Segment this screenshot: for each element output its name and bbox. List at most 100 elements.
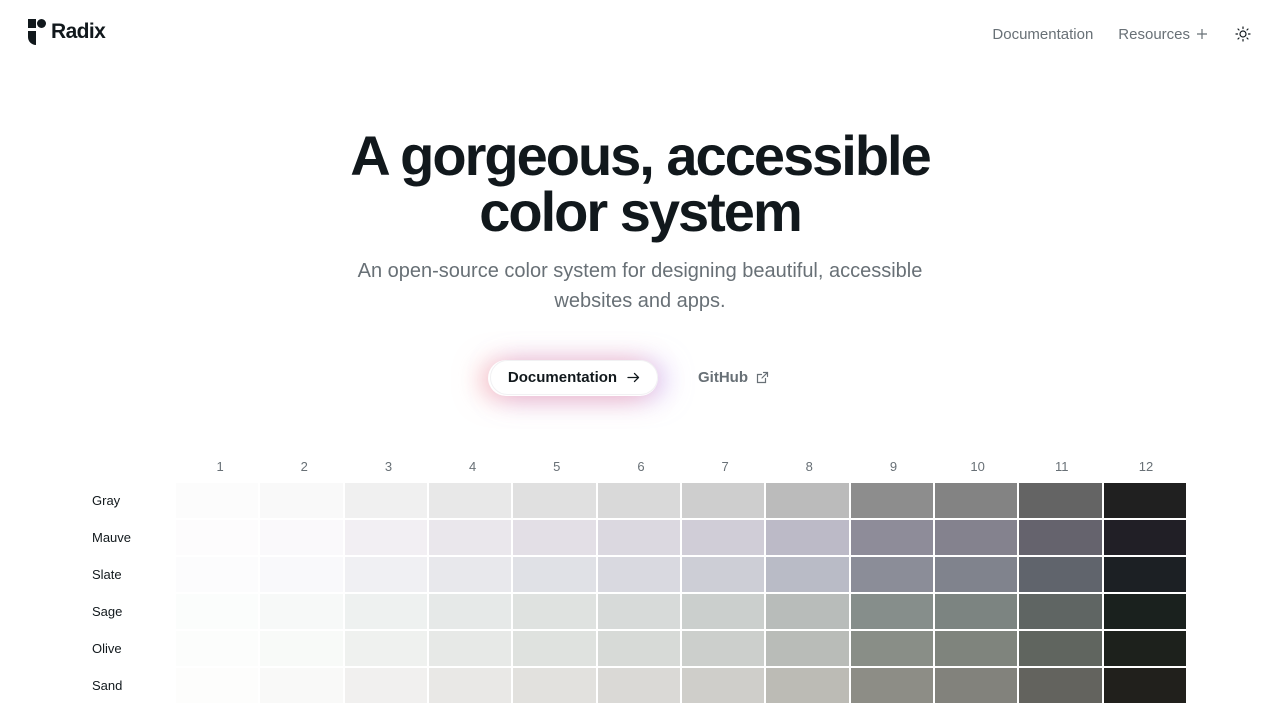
- swatch-slate-9[interactable]: [850, 557, 934, 592]
- scale-step-10: 10: [970, 459, 985, 474]
- color-scale-grid: 1 2 3 4 5 6 7 8 9 10 11 12 Gray Mauve Slate Sage Olive S…: [88, 456, 1188, 704]
- swatch-olive-5[interactable]: [513, 631, 596, 666]
- swatch-sand-4[interactable]: [429, 668, 512, 703]
- swatch-gray-9[interactable]: [850, 483, 934, 518]
- hero-subtitle: An open-source color system for designin…: [0, 256, 1280, 316]
- swatch-olive-11[interactable]: [1019, 631, 1102, 666]
- swatch-mauve-8[interactable]: [766, 520, 849, 555]
- swatch-sage-9[interactable]: [850, 594, 934, 629]
- swatch-slate-7[interactable]: [682, 557, 765, 592]
- swatch-slate-4[interactable]: [429, 557, 512, 592]
- swatch-group: [176, 483, 1188, 518]
- swatch-olive-7[interactable]: [682, 631, 765, 666]
- swatch-sand-2[interactable]: [260, 668, 343, 703]
- swatch-olive-4[interactable]: [429, 631, 512, 666]
- swatch-sage-2[interactable]: [260, 594, 343, 629]
- swatch-mauve-2[interactable]: [260, 520, 343, 555]
- nav-resources-label: Resources: [1118, 25, 1190, 43]
- swatch-gray-3[interactable]: [344, 483, 428, 518]
- swatch-gray-8[interactable]: [766, 483, 849, 518]
- github-button[interactable]: GitHub: [688, 360, 779, 395]
- swatch-olive-6[interactable]: [597, 631, 681, 666]
- swatch-sand-10[interactable]: [935, 668, 1018, 703]
- swatch-gray-12[interactable]: [1103, 483, 1186, 518]
- swatch-sand-3[interactable]: [344, 668, 428, 703]
- swatch-slate-10[interactable]: [935, 557, 1018, 592]
- swatch-sand-9[interactable]: [850, 668, 934, 703]
- arrow-right-icon: [627, 371, 640, 384]
- swatch-sand-7[interactable]: [682, 668, 765, 703]
- swatch-mauve-12[interactable]: [1103, 520, 1186, 555]
- swatch-sage-3[interactable]: [344, 594, 428, 629]
- scale-step-3: 3: [384, 459, 393, 474]
- documentation-button[interactable]: Documentation: [490, 360, 658, 395]
- swatch-sage-7[interactable]: [682, 594, 765, 629]
- plus-icon: [1196, 26, 1208, 43]
- swatch-sand-8[interactable]: [766, 668, 849, 703]
- swatch-sage-8[interactable]: [766, 594, 849, 629]
- github-button-label: GitHub: [698, 369, 748, 386]
- swatch-group: [176, 631, 1188, 666]
- swatch-olive-12[interactable]: [1103, 631, 1186, 666]
- swatch-olive-1[interactable]: [176, 631, 259, 666]
- swatch-slate-5[interactable]: [513, 557, 596, 592]
- swatch-sand-6[interactable]: [597, 668, 681, 703]
- swatch-sand-5[interactable]: [513, 668, 596, 703]
- swatch-sand-1[interactable]: [176, 668, 259, 703]
- swatch-mauve-7[interactable]: [682, 520, 765, 555]
- scale-row-slate: Slate: [88, 556, 1188, 593]
- swatch-slate-2[interactable]: [260, 557, 343, 592]
- scale-row-label: Mauve: [92, 530, 132, 545]
- swatch-gray-1[interactable]: [176, 483, 259, 518]
- swatch-mauve-4[interactable]: [429, 520, 512, 555]
- swatch-mauve-1[interactable]: [176, 520, 259, 555]
- swatch-slate-8[interactable]: [766, 557, 849, 592]
- swatch-sage-6[interactable]: [597, 594, 681, 629]
- brand-link[interactable]: Radix: [28, 19, 106, 45]
- nav-resources-menu[interactable]: Resources: [1118, 26, 1208, 43]
- swatch-olive-3[interactable]: [344, 631, 428, 666]
- swatch-mauve-11[interactable]: [1019, 520, 1102, 555]
- scale-step-9: 9: [889, 459, 898, 474]
- nav-documentation-link[interactable]: Documentation: [992, 26, 1093, 43]
- scale-step-1: 1: [216, 459, 224, 474]
- swatch-sage-11[interactable]: [1019, 594, 1102, 629]
- swatch-slate-6[interactable]: [597, 557, 681, 592]
- swatch-sage-12[interactable]: [1103, 594, 1186, 629]
- swatch-sage-5[interactable]: [513, 594, 596, 629]
- swatch-slate-1[interactable]: [176, 557, 259, 592]
- swatch-gray-7[interactable]: [682, 483, 765, 518]
- scale-rows: Gray Mauve Slate Sage Olive Sand: [88, 482, 1188, 704]
- swatch-slate-11[interactable]: [1019, 557, 1102, 592]
- swatch-mauve-3[interactable]: [344, 520, 428, 555]
- swatch-slate-3[interactable]: [344, 557, 428, 592]
- site-header: Radix Documentation Resources: [0, 0, 1280, 66]
- scale-step-2: 2: [300, 459, 308, 474]
- swatch-sage-10[interactable]: [935, 594, 1018, 629]
- swatch-gray-2[interactable]: [260, 483, 343, 518]
- swatch-mauve-9[interactable]: [850, 520, 934, 555]
- swatch-mauve-6[interactable]: [597, 520, 681, 555]
- swatch-sage-4[interactable]: [429, 594, 512, 629]
- swatch-gray-11[interactable]: [1019, 483, 1102, 518]
- swatch-mauve-10[interactable]: [935, 520, 1018, 555]
- hero-title-line-2: color system: [479, 180, 803, 243]
- swatch-gray-5[interactable]: [513, 483, 596, 518]
- swatch-gray-10[interactable]: [935, 483, 1018, 518]
- scale-step-5: 5: [553, 459, 561, 474]
- swatch-sage-1[interactable]: [176, 594, 259, 629]
- swatch-sand-11[interactable]: [1019, 668, 1102, 703]
- swatch-sand-12[interactable]: [1103, 668, 1186, 703]
- swatch-slate-12[interactable]: [1103, 557, 1186, 592]
- hero-title-line-1: A gorgeous, accessible: [350, 124, 932, 187]
- swatch-gray-6[interactable]: [597, 483, 681, 518]
- swatch-olive-2[interactable]: [260, 631, 343, 666]
- swatch-olive-10[interactable]: [935, 631, 1018, 666]
- scale-row-gray: Gray: [88, 482, 1188, 519]
- swatch-olive-8[interactable]: [766, 631, 849, 666]
- swatch-gray-4[interactable]: [429, 483, 512, 518]
- swatch-olive-9[interactable]: [850, 631, 934, 666]
- swatch-mauve-5[interactable]: [513, 520, 596, 555]
- sun-icon[interactable]: [1234, 25, 1252, 43]
- swatch-group: [176, 594, 1188, 629]
